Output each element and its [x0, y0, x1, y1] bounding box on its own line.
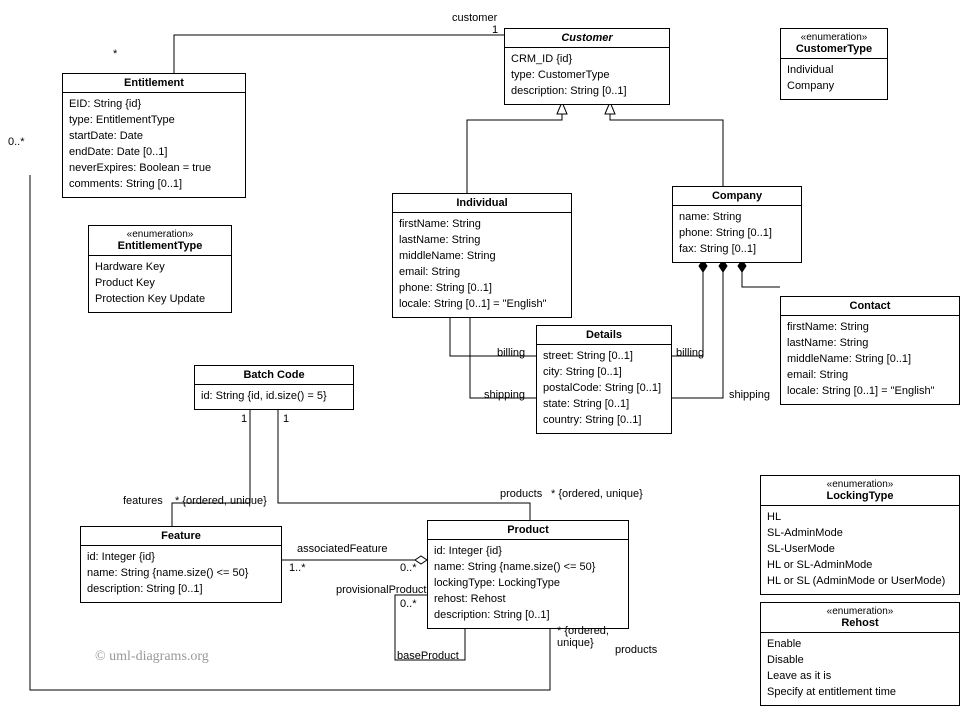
label-products: products: [500, 488, 542, 500]
class-title-product: Product: [428, 521, 628, 540]
class-attrs-details: street: String [0..1] city: String [0..1…: [537, 345, 671, 433]
class-attrs-customer: CRM_ID {id} type: CustomerType descripti…: [505, 48, 669, 104]
label-products2: products: [615, 644, 657, 656]
label-ordered-unique-p: * {ordered, unique}: [551, 488, 643, 500]
class-title-contact: Contact: [781, 297, 959, 316]
label-bc-one-p: 1: [283, 413, 289, 425]
label-shipping-left: shipping: [484, 389, 525, 401]
class-attrs-feature: id: Integer {id} name: String {name.size…: [81, 546, 281, 602]
class-customer: Customer CRM_ID {id} type: CustomerType …: [504, 28, 670, 105]
class-batch-code: Batch Code id: String {id, id.size() = 5…: [194, 365, 354, 410]
label-billing-right: billing: [676, 347, 704, 359]
class-title-entitlement: Entitlement: [63, 74, 245, 93]
label-zero-star-af: 0..*: [400, 562, 417, 574]
label-provisional-product: provisionalProduct: [336, 584, 427, 596]
class-title-locking-type: «enumeration» LockingType: [761, 476, 959, 506]
class-title-individual: Individual: [393, 194, 571, 213]
label-zerostar: 0..*: [8, 136, 25, 148]
class-locking-type: «enumeration» LockingType HL SL-AdminMod…: [760, 475, 960, 595]
label-ordered-unique-stack: * {ordered, unique}: [557, 625, 609, 649]
class-title-customer: Customer: [505, 29, 669, 48]
class-feature: Feature id: Integer {id} name: String {n…: [80, 526, 282, 603]
label-shipping-right: shipping: [729, 389, 770, 401]
class-contact: Contact firstName: String lastName: Stri…: [780, 296, 960, 405]
class-product: Product id: Integer {id} name: String {n…: [427, 520, 629, 629]
label-customer-role: customer: [452, 12, 497, 24]
class-customer-type: «enumeration» CustomerType Individual Co…: [780, 28, 888, 100]
class-attrs-rehost: Enable Disable Leave as it is Specify at…: [761, 633, 959, 705]
label-features: features: [123, 495, 163, 507]
label-billing-left: billing: [497, 347, 525, 359]
class-entitlement: Entitlement EID: String {id} type: Entit…: [62, 73, 246, 198]
class-title-company: Company: [673, 187, 801, 206]
class-attrs-batch-code: id: String {id, id.size() = 5}: [195, 385, 353, 409]
class-attrs-entitlement-type: Hardware Key Product Key Protection Key …: [89, 256, 231, 312]
label-base-product: baseProduct: [397, 650, 459, 662]
label-one-star: 1..*: [289, 562, 306, 574]
label-star: *: [113, 48, 117, 60]
class-company: Company name: String phone: String [0..1…: [672, 186, 802, 263]
label-bc-one-f: 1: [241, 413, 247, 425]
class-attrs-customer-type: Individual Company: [781, 59, 887, 99]
label-ordered-unique-f: * {ordered, unique}: [175, 495, 267, 507]
class-rehost: «enumeration» Rehost Enable Disable Leav…: [760, 602, 960, 706]
label-zero-star-pp: 0..*: [400, 598, 417, 610]
label-associated-feature: associatedFeature: [297, 543, 388, 555]
class-attrs-individual: firstName: String lastName: String middl…: [393, 213, 571, 317]
class-details: Details street: String [0..1] city: Stri…: [536, 325, 672, 434]
class-title-feature: Feature: [81, 527, 281, 546]
class-individual: Individual firstName: String lastName: S…: [392, 193, 572, 318]
class-title-customer-type: «enumeration» CustomerType: [781, 29, 887, 59]
class-attrs-locking-type: HL SL-AdminMode SL-UserMode HL or SL-Adm…: [761, 506, 959, 594]
class-attrs-contact: firstName: String lastName: String middl…: [781, 316, 959, 404]
class-title-batch-code: Batch Code: [195, 366, 353, 385]
class-entitlement-type: «enumeration» EntitlementType Hardware K…: [88, 225, 232, 313]
copyright: © uml-diagrams.org: [95, 649, 209, 665]
class-title-details: Details: [537, 326, 671, 345]
class-attrs-product: id: Integer {id} name: String {name.size…: [428, 540, 628, 628]
label-one: 1: [492, 24, 498, 36]
class-title-rehost: «enumeration» Rehost: [761, 603, 959, 633]
class-attrs-entitlement: EID: String {id} type: EntitlementType s…: [63, 93, 245, 197]
class-title-entitlement-type: «enumeration» EntitlementType: [89, 226, 231, 256]
class-attrs-company: name: String phone: String [0..1] fax: S…: [673, 206, 801, 262]
